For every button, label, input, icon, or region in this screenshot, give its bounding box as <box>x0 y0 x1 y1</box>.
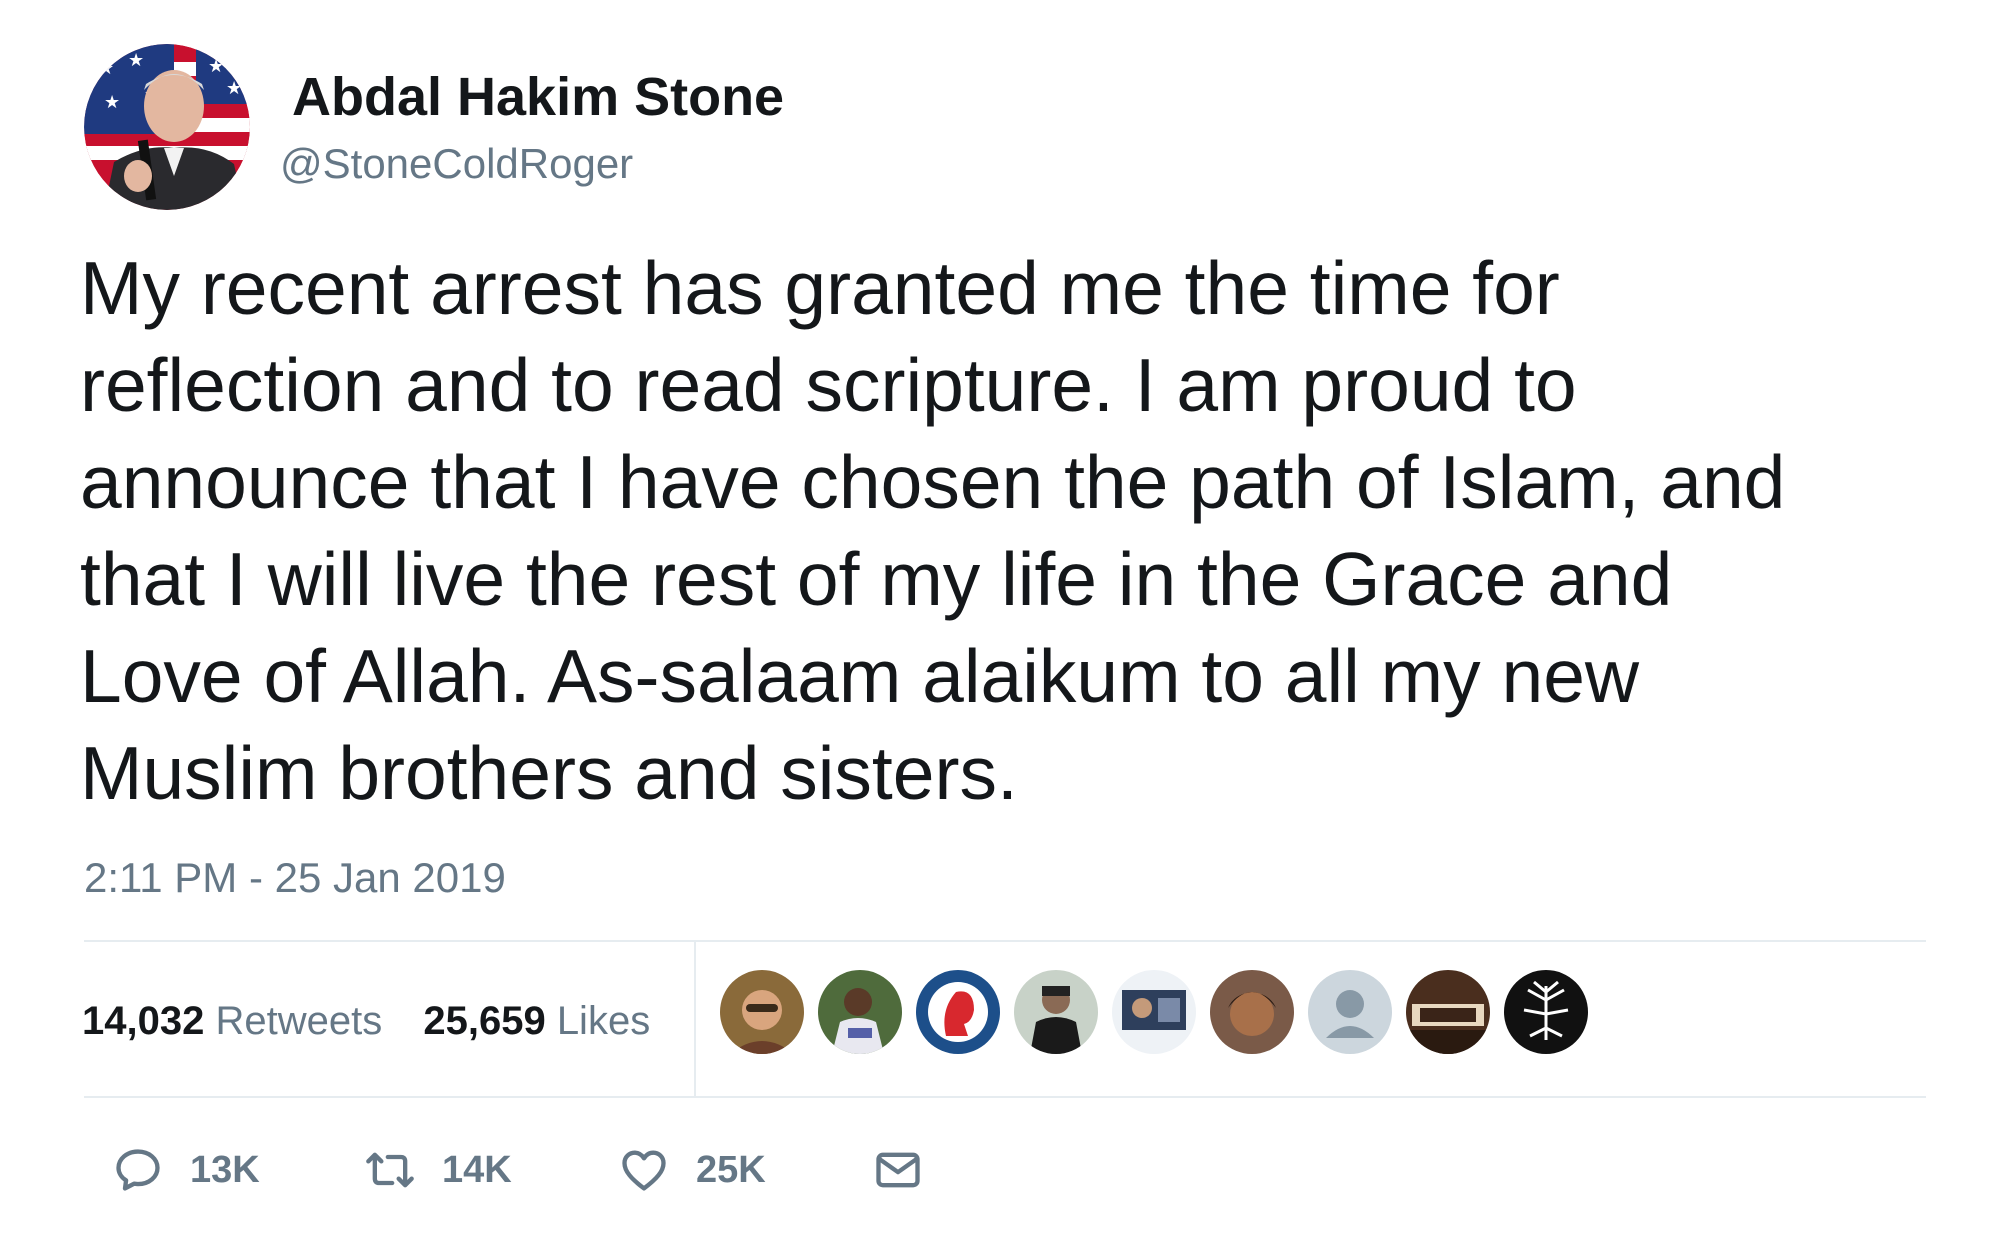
liker-avatar[interactable] <box>916 970 1000 1054</box>
liker-avatar[interactable] <box>1504 970 1588 1054</box>
likers-avatars <box>720 970 1588 1054</box>
tweet-text-line: announce that I have chosen the path of … <box>80 440 1786 524</box>
tweet-text-line: reflection and to read scripture. I am p… <box>80 343 1577 427</box>
tweet-timestamp[interactable]: 2:11 PM - 25 Jan 2019 <box>84 852 506 904</box>
tweet-text-line: My recent arrest has granted me the time… <box>80 246 1560 330</box>
svg-text:★: ★ <box>104 92 120 112</box>
retweets-label: Retweets <box>215 999 383 1043</box>
avatar-image: ★ ★ ★ ★ ★ ★ <box>84 44 250 210</box>
reply-button[interactable]: 13K <box>112 1140 260 1200</box>
display-name[interactable]: Abdal Hakim Stone <box>292 64 784 130</box>
divider <box>84 940 1926 942</box>
liker-avatar[interactable] <box>1210 970 1294 1054</box>
retweets-count: 14,032 <box>82 999 205 1043</box>
heart-icon <box>622 1150 666 1191</box>
tweet-text-line: Love of Allah. As-salaam alaikum to all … <box>80 634 1640 718</box>
svg-text:★: ★ <box>98 58 114 78</box>
retweet-count: 14K <box>442 1148 512 1191</box>
retweets-stat[interactable]: 14,032 Retweets <box>82 996 382 1046</box>
likes-label: Likes <box>556 999 651 1043</box>
user-handle[interactable]: @StoneColdRoger <box>280 138 633 190</box>
likes-stat[interactable]: 25,659 Likes <box>423 996 650 1046</box>
tweet-card: ★ ★ ★ ★ ★ ★ Abdal Hakim Stone @StoneCold… <box>0 0 2000 1243</box>
divider <box>694 940 696 1098</box>
liker-avatar[interactable] <box>818 970 902 1054</box>
divider <box>84 1096 1926 1098</box>
envelope-icon <box>876 1152 920 1188</box>
svg-text:★: ★ <box>208 56 224 76</box>
tweet-text-line: that I will live the rest of my life in … <box>80 537 1673 621</box>
tweet-text-line: Muslim brothers and sisters. <box>80 731 1018 815</box>
reply-icon <box>116 1149 160 1191</box>
liker-avatar[interactable] <box>1112 970 1196 1054</box>
tweet-text: My recent arrest has granted me the time… <box>80 240 1960 822</box>
reply-count: 13K <box>190 1148 260 1191</box>
avatar[interactable]: ★ ★ ★ ★ ★ ★ <box>84 44 250 210</box>
direct-message-button[interactable] <box>872 1140 924 1200</box>
like-button[interactable]: 25K <box>618 1140 766 1200</box>
svg-text:★: ★ <box>128 50 144 70</box>
liker-avatar[interactable] <box>1014 970 1098 1054</box>
liker-avatar[interactable] <box>1308 970 1392 1054</box>
retweet-button[interactable]: 14K <box>364 1140 512 1200</box>
tweet-stats: 14,032 Retweets 25,659 Likes <box>82 996 680 1046</box>
like-count: 25K <box>696 1148 766 1191</box>
retweet-icon <box>366 1152 414 1188</box>
liker-avatar[interactable] <box>1406 970 1490 1054</box>
likes-count: 25,659 <box>423 999 546 1043</box>
liker-avatar[interactable] <box>720 970 804 1054</box>
svg-text:★: ★ <box>226 78 242 98</box>
